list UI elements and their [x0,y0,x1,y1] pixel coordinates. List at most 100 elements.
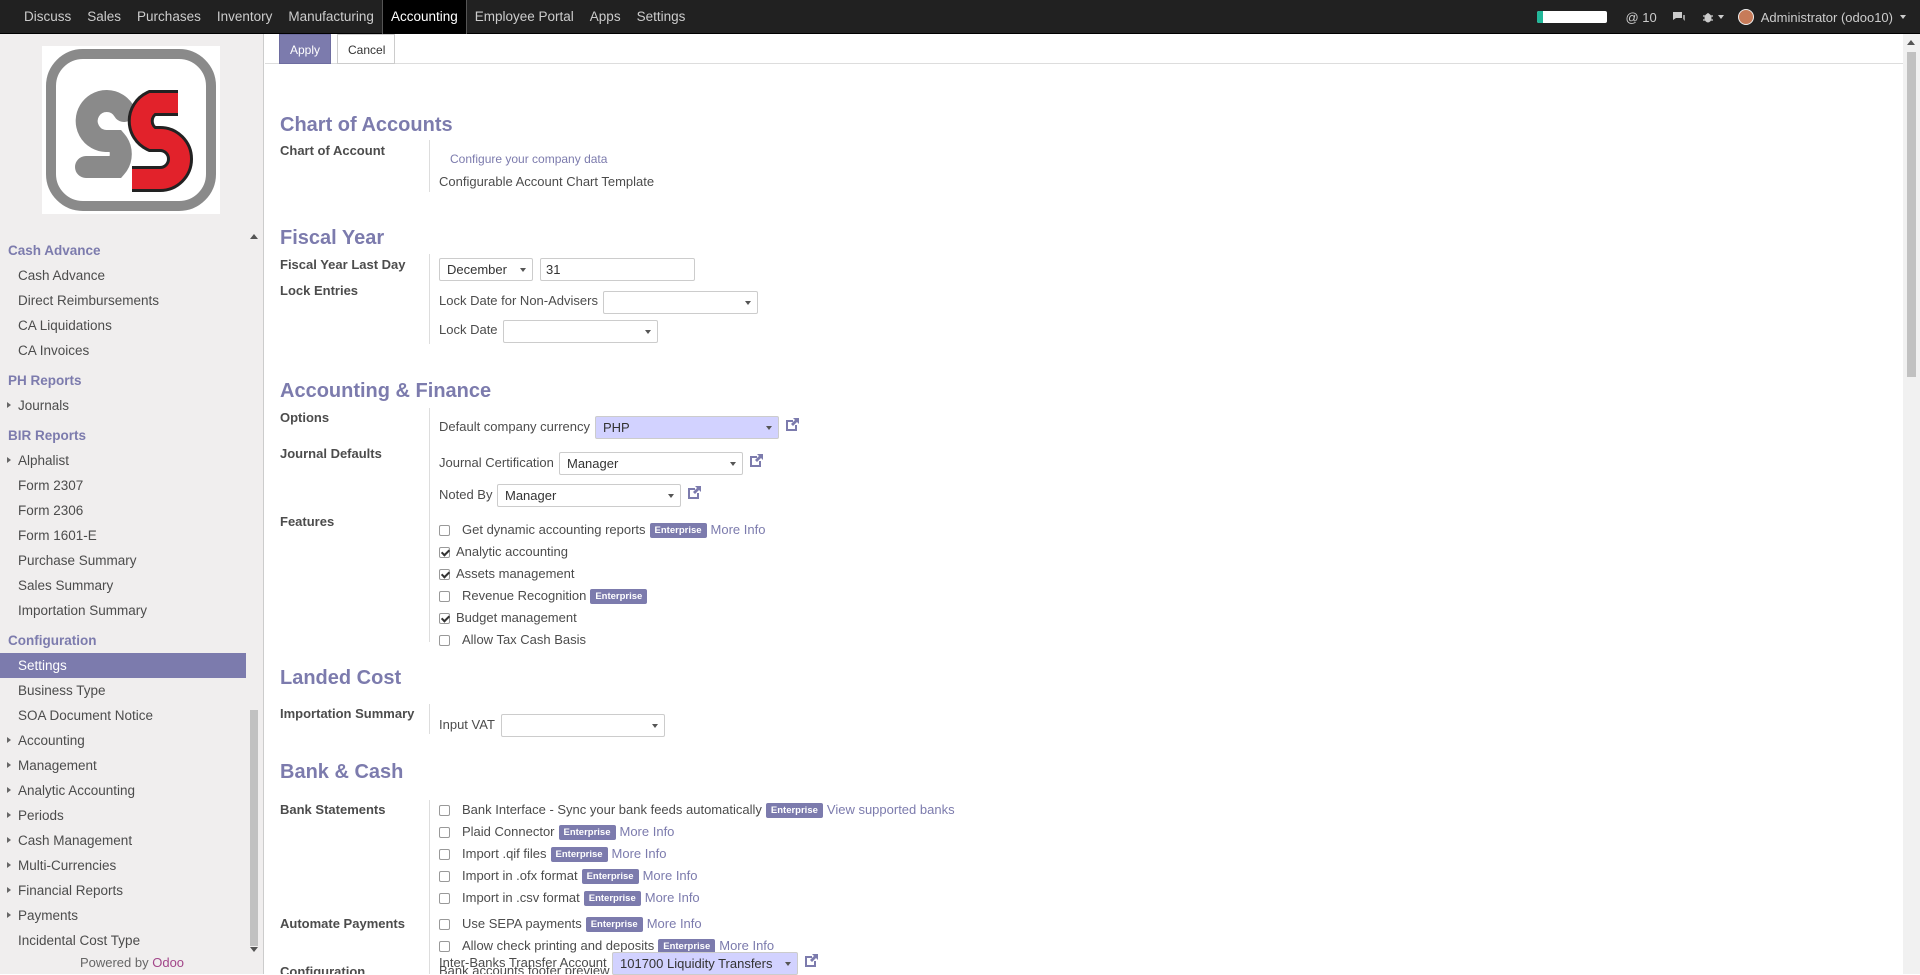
section-heading-accounting-finance: Accounting & Finance [280,380,492,402]
sidebar-item[interactable]: Incidental Cost Type [0,928,246,953]
chat-icon[interactable] [1671,10,1687,24]
feature-checkbox[interactable] [439,525,450,536]
more-info-link[interactable]: View supported banks [827,802,955,817]
sidebar-item[interactable]: Cash Advance [0,263,246,288]
lock-date-select[interactable] [503,320,658,343]
sidebar-item[interactable]: Payments [0,903,246,928]
feature-checkbox[interactable] [439,941,450,952]
feature-checkbox[interactable] [439,919,450,930]
more-info-link[interactable]: More Info [620,824,675,839]
sidebar-item[interactable]: Form 2307 [0,473,246,498]
feature-label: Revenue Recognition [462,588,587,603]
avatar [1737,9,1754,25]
feature-checkbox[interactable] [439,591,450,602]
app-menu-item[interactable]: Purchases [129,0,209,34]
noted-by-select[interactable]: Manager [497,484,681,507]
external-link-icon[interactable] [747,452,765,470]
input-vat-select[interactable] [501,714,665,737]
page-scrollbar[interactable] [1903,34,1920,974]
sidebar-item[interactable]: CA Liquidations [0,313,246,338]
sidebar-item[interactable]: Purchase Summary [0,548,246,573]
sidebar-item[interactable]: Business Type [0,678,246,703]
feature-label: Import in .csv format [462,890,580,905]
sidebar-item[interactable]: CA Invoices [0,338,246,363]
sidebar-item[interactable]: Importation Summary [0,598,246,623]
more-info-link[interactable]: More Info [645,890,700,905]
progress-fill [1537,11,1544,23]
currency-select[interactable]: PHP [595,416,779,439]
apply-button[interactable]: Apply [279,34,331,64]
divider [429,800,430,974]
scroll-up-icon[interactable] [250,234,258,239]
feature-checkbox[interactable] [439,849,450,860]
feature-checkbox[interactable] [439,613,450,624]
external-link-icon[interactable] [783,416,801,434]
app-menu-item[interactable]: Inventory [209,0,281,34]
debug-icon[interactable] [1701,10,1724,24]
feature-row: Assets management [456,566,575,581]
enterprise-badge: Enterprise [558,825,616,840]
mentions-count: @ 10 [1625,9,1657,25]
feature-checkbox[interactable] [439,871,450,882]
enterprise-badge: Enterprise [550,847,608,862]
feature-row: Import in .csv format Enterprise More Info [462,890,700,906]
lock-non-advisers-label: Lock Date for Non-Advisers [439,293,598,308]
external-link-icon[interactable] [802,952,820,970]
more-info-link[interactable]: More Info [612,846,667,861]
app-menu-item[interactable]: Discuss [16,0,79,34]
app-menu-item[interactable]: Employee Portal [467,0,582,34]
powered-by-text: Powered by [79,955,149,970]
app-menu-item[interactable]: Manufacturing [280,0,382,34]
sidebar-item[interactable]: Accounting [0,728,246,753]
sidebar-item[interactable]: Journals [0,393,246,418]
sidebar-item[interactable]: Alphalist [0,448,246,473]
interbank-select[interactable]: 101700 Liquidity Transfers [612,952,798,975]
sidebar-item[interactable]: Multi-Currencies [0,853,246,878]
app-menu-item[interactable]: Apps [582,0,629,34]
sidebar-item[interactable]: Management [0,753,246,778]
sidebar-item[interactable]: Settings [0,653,246,678]
feature-checkbox[interactable] [439,827,450,838]
sidebar-item[interactable]: SOA Document Notice [0,703,246,728]
app-menu-item[interactable]: Accounting [381,0,467,34]
scroll-up-icon[interactable] [1907,40,1915,45]
user-menu[interactable]: Administrator (odoo10) [1737,9,1906,25]
journal-cert-select[interactable]: Manager [559,452,743,475]
feature-row: Analytic accounting [456,544,568,559]
fiscal-month-select[interactable]: December [439,258,533,281]
feature-checkbox[interactable] [439,635,450,646]
sidebar-scrollbar[interactable] [248,234,260,954]
sidebar-item[interactable]: Financial Reports [0,878,246,903]
sidebar-item[interactable]: Form 1601-E [0,523,246,548]
progress-bar[interactable] [1537,11,1608,23]
sidebar-item[interactable]: Form 2306 [0,498,246,523]
sidebar-item[interactable]: Sales Summary [0,573,246,598]
more-info-link[interactable]: More Info [711,522,766,537]
more-info-link[interactable]: More Info [643,868,698,883]
powered-by: Powered by Odoo [0,952,264,974]
sidebar-item[interactable]: Periods [0,803,246,828]
feature-checkbox[interactable] [439,547,450,558]
feature-checkbox[interactable] [439,805,450,816]
app-menu-item[interactable]: Sales [79,0,129,34]
more-info-link[interactable]: More Info [647,916,702,931]
scroll-thumb[interactable] [250,710,258,946]
sidebar-item[interactable]: Analytic Accounting [0,778,246,803]
scroll-thumb[interactable] [1907,52,1916,377]
lock-non-advisers-select[interactable] [603,291,758,314]
odoo-link[interactable]: Odoo [152,955,184,970]
company-logo [42,46,220,214]
app-menu: Discuss Sales Purchases Inventory Manufactur… [16,0,693,34]
external-link-icon[interactable] [685,484,703,502]
fiscal-day-input[interactable]: 31 [540,258,695,281]
feature-checkbox[interactable] [439,893,450,904]
sidebar-item[interactable]: Cash Management [0,828,246,853]
configure-company-link[interactable]: Configure your company data [450,152,607,166]
more-info-link[interactable]: More Info [719,938,774,953]
systray: @ 10 Administrator (odoo10) [1537,0,1920,34]
mentions-counter[interactable]: @ 10 [1625,10,1656,25]
cancel-button[interactable]: Cancel [337,34,395,64]
sidebar-item[interactable]: Direct Reimbursements [0,288,246,313]
feature-checkbox[interactable] [439,569,450,580]
app-menu-item[interactable]: Settings [629,0,694,34]
